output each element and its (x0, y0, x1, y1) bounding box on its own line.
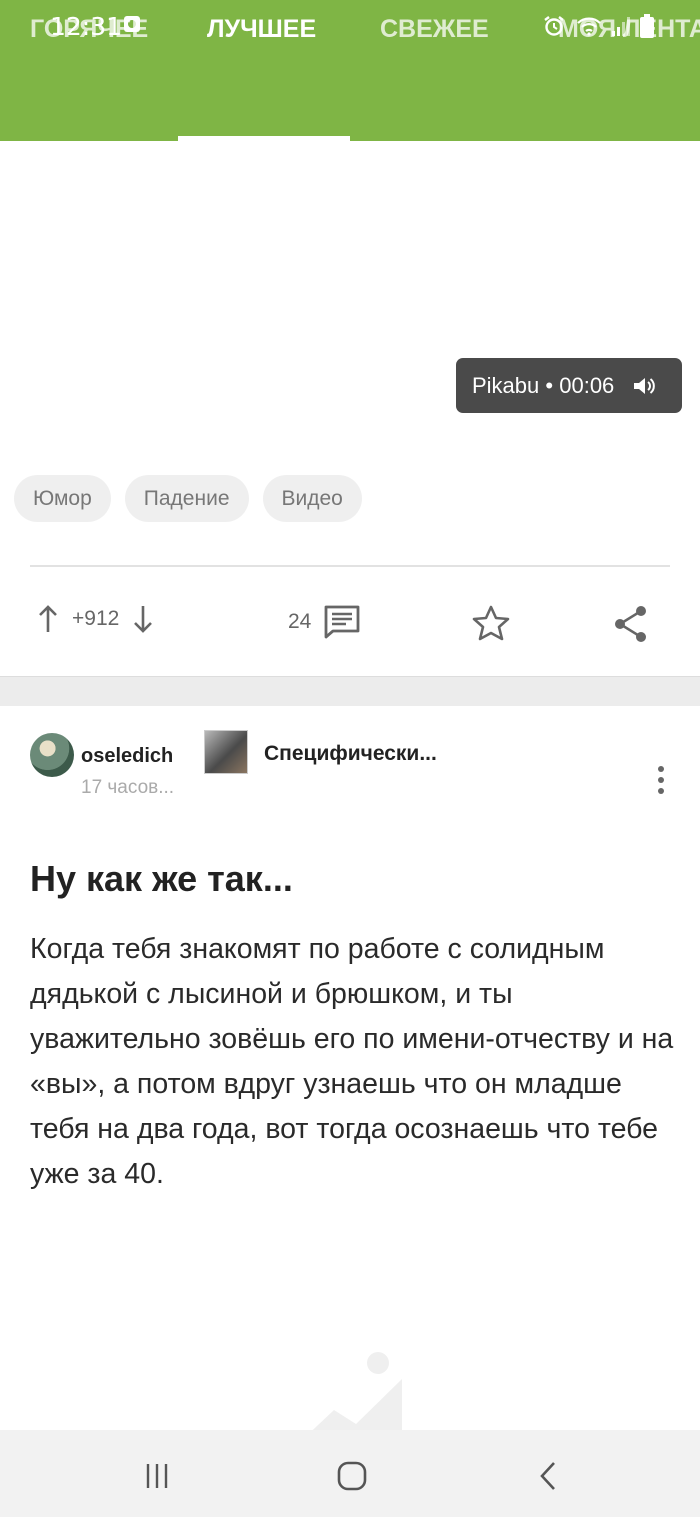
divider (30, 565, 670, 567)
share-button[interactable] (612, 604, 650, 644)
post-actions: +912 24 (0, 596, 700, 652)
tag-humor[interactable]: Юмор (14, 475, 111, 522)
tag-fall[interactable]: Падение (124, 475, 249, 522)
recent-apps-icon (146, 1464, 168, 1488)
community-name[interactable]: Специфически... (264, 742, 437, 766)
image-placeholder-icon (300, 1352, 402, 1442)
post-card-video: Pikabu • 00:06 Юмор Падение Видео +912 2… (0, 141, 700, 677)
comment-icon (324, 605, 360, 639)
downvote-icon[interactable] (131, 604, 155, 634)
system-nav-bar (0, 1430, 700, 1517)
rating-block: +912 (36, 604, 155, 634)
home-button[interactable] (332, 1456, 372, 1496)
upvote-icon[interactable] (36, 604, 60, 634)
tab-hot[interactable]: ГОРЯЧЕЕ (30, 0, 148, 71)
video-source: Pikabu (472, 372, 540, 398)
author-name[interactable]: oseledich (81, 745, 173, 768)
community-avatar[interactable] (204, 730, 248, 774)
rating-value: +912 (72, 607, 120, 630)
home-icon (337, 1461, 367, 1491)
post-card-text: oseledich 17 часов... Специфически... Ну… (0, 706, 700, 1517)
post-body: Когда тебя знакомят по работе с солидным… (30, 933, 674, 1190)
more-options-icon[interactable] (651, 765, 671, 795)
tab-fresh[interactable]: СВЕЖЕЕ (380, 0, 489, 71)
save-button[interactable] (471, 604, 511, 642)
back-icon (540, 1462, 555, 1490)
app-header: 12:31 ГОРЯЧЕЕ ЛУЧШЕЕ СВЕЖЕЕ МОЯ ЛЕНТА (0, 0, 700, 141)
video-badge[interactable]: Pikabu • 00:06 (456, 358, 682, 413)
star-icon (472, 605, 510, 641)
comments-button[interactable]: 24 (288, 604, 361, 640)
tag-list: Юмор Падение Видео (14, 475, 362, 522)
share-icon (615, 606, 646, 642)
video-meta: Pikabu • 00:06 (472, 373, 614, 399)
avatar[interactable] (30, 733, 74, 777)
post-title[interactable]: Ну как же так... (30, 858, 293, 900)
back-button[interactable] (528, 1456, 568, 1496)
tab-my-feed[interactable]: МОЯ ЛЕНТА (558, 0, 700, 71)
comments-count: 24 (288, 610, 312, 633)
post-header: oseledich 17 часов... Специфически... (30, 730, 670, 803)
volume-icon[interactable] (632, 375, 656, 397)
recent-apps-button[interactable] (137, 1456, 177, 1496)
tab-best[interactable]: ЛУЧШЕЕ (207, 0, 316, 71)
video-separator: • (545, 372, 554, 398)
post-time: 17 часов... (81, 777, 175, 798)
video-duration: 00:06 (559, 372, 615, 398)
tag-video[interactable]: Видео (262, 475, 362, 522)
